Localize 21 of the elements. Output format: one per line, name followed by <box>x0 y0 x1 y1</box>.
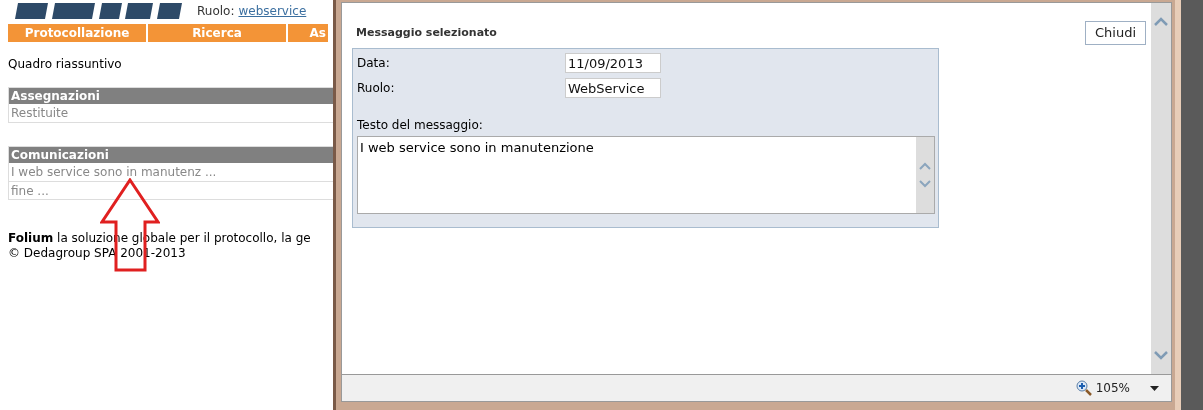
input-field[interactable]: WebService <box>565 78 661 98</box>
section-header: Assegnazioni <box>9 88 333 104</box>
dialog-title: Messaggio selezionato <box>356 25 497 41</box>
nav-tab[interactable]: Ricerca <box>148 24 286 42</box>
zoom-icon <box>1075 380 1092 396</box>
nav-tab[interactable]: Protocollazione <box>8 24 146 42</box>
page-title: Quadro riassuntivo <box>8 56 123 73</box>
close-button[interactable]: Chiudi <box>1084 21 1146 45</box>
field-label: Data: <box>357 55 391 72</box>
message-text: I web service sono in manutenzione <box>359 139 595 157</box>
section-item[interactable]: Restituite <box>9 104 333 122</box>
message-label: Testo del messaggio: <box>357 117 484 134</box>
section-item[interactable]: I web service sono in manutenz ... <box>9 163 333 181</box>
section-header: Comunicazioni <box>9 147 333 163</box>
zoom-level: 105% <box>1095 380 1130 397</box>
dropdown-icon[interactable] <box>1150 385 1159 391</box>
input-field[interactable]: 11/09/2013 <box>565 53 661 73</box>
role-link[interactable]: webservice <box>238 2 307 20</box>
nav-tab[interactable]: As <box>288 24 328 42</box>
role-label: Ruolo: <box>197 3 235 20</box>
field-label: Ruolo: <box>357 80 396 97</box>
